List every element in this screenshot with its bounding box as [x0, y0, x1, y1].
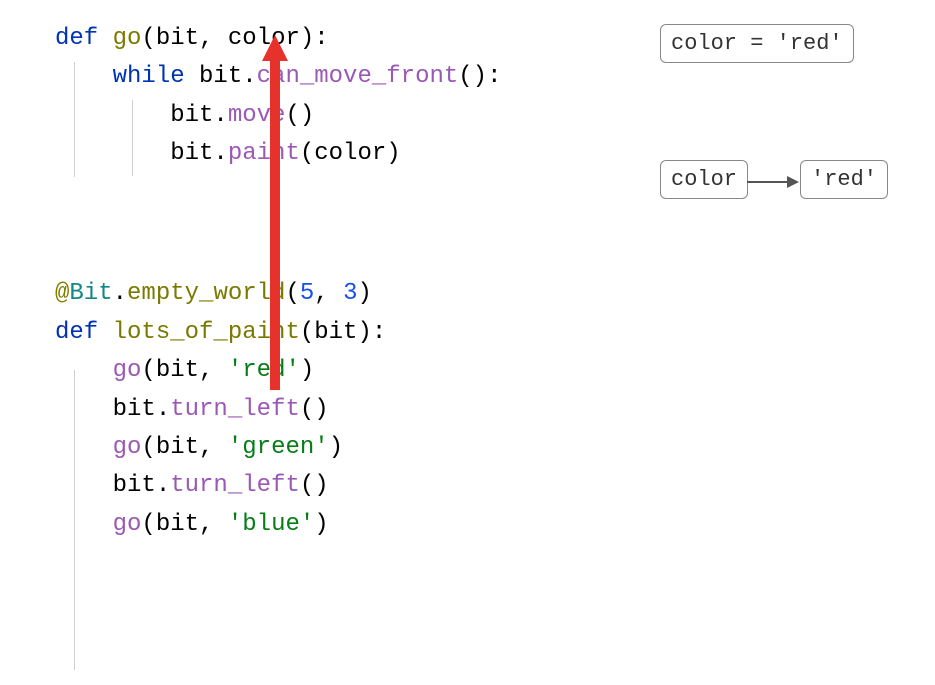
indent-guide: [132, 100, 133, 176]
arg-bit: bit: [156, 357, 199, 384]
call-go: go: [113, 434, 142, 461]
indent-guide: [74, 62, 75, 177]
string-blue: 'blue': [228, 511, 314, 538]
annotation-value-box: 'red': [800, 160, 888, 199]
decorator-class-bit: Bit: [69, 280, 112, 307]
decorator-fn-empty-world: empty_world: [127, 280, 285, 307]
arg-color: color: [314, 140, 386, 167]
indent: [55, 357, 113, 384]
code-line-12: bit.turn_left(): [55, 467, 502, 505]
arg-bit: bit: [156, 434, 199, 461]
comma: ,: [199, 357, 228, 384]
code-line-13: go(bit, 'blue'): [55, 506, 502, 544]
paren-close: ): [329, 434, 343, 461]
code-line-8: def lots_of_paint(bit):: [55, 314, 502, 352]
paren-close-colon: ):: [357, 319, 386, 346]
code-line-blank: [55, 212, 502, 250]
code-line-7: @Bit.empty_world(5, 3): [55, 275, 502, 313]
func-name-go: go: [113, 25, 142, 52]
string-red: 'red': [228, 357, 300, 384]
comma: ,: [199, 511, 228, 538]
paren-close: ): [358, 280, 372, 307]
paren-close: ): [314, 511, 328, 538]
arrow-right-icon: [745, 172, 800, 192]
paren-open: (: [300, 319, 314, 346]
paren-empty: (): [300, 472, 329, 499]
paren-close-colon: ):: [300, 25, 329, 52]
param-bit: bit: [314, 319, 357, 346]
indent: [55, 396, 113, 423]
code-block: def go(bit, color): while bit.can_move_f…: [55, 20, 502, 544]
method-turn-left: turn_left: [170, 396, 300, 423]
paren-open: (: [141, 511, 155, 538]
paren-colon: ():: [458, 63, 501, 90]
indent: [55, 140, 170, 167]
arg-bit: bit: [156, 511, 199, 538]
code-line-2: while bit.can_move_front():: [55, 58, 502, 96]
paren-open: (: [141, 25, 155, 52]
method-can-move-front: can_move_front: [257, 63, 459, 90]
code-line-1: def go(bit, color):: [55, 20, 502, 58]
param-bit: bit: [156, 25, 199, 52]
decorator-at: @: [55, 280, 69, 307]
obj-bit: bit.: [199, 63, 257, 90]
paren-open: (: [141, 357, 155, 384]
keyword-while: while: [113, 63, 199, 90]
call-go: go: [113, 357, 142, 384]
comma: ,: [314, 280, 343, 307]
code-line-11: go(bit, 'green'): [55, 429, 502, 467]
dot: .: [113, 280, 127, 307]
code-line-3: bit.move(): [55, 97, 502, 135]
obj-bit: bit.: [170, 102, 228, 129]
paren-close: ): [300, 357, 314, 384]
paren-open: (: [141, 434, 155, 461]
code-line-10: bit.turn_left(): [55, 391, 502, 429]
paren-close: ): [386, 140, 400, 167]
code-line-blank: [55, 174, 502, 212]
indent-guide: [74, 370, 75, 670]
annotation-assignment-box: color = 'red': [660, 24, 854, 63]
code-line-4: bit.paint(color): [55, 135, 502, 173]
keyword-def: def: [55, 25, 113, 52]
comma: ,: [199, 434, 228, 461]
func-name-lots-of-paint: lots_of_paint: [113, 319, 300, 346]
paren-open: (: [285, 280, 299, 307]
number-5: 5: [300, 280, 314, 307]
param-color: color: [228, 25, 300, 52]
annotation-var-box: color: [660, 160, 748, 199]
paren-open: (: [300, 140, 314, 167]
indent: [55, 434, 113, 461]
obj-bit: bit.: [113, 472, 171, 499]
code-line-9: go(bit, 'red'): [55, 352, 502, 390]
paren-empty: (): [285, 102, 314, 129]
indent: [55, 102, 170, 129]
keyword-def: def: [55, 319, 113, 346]
call-go: go: [113, 511, 142, 538]
obj-bit: bit.: [113, 396, 171, 423]
comma: ,: [199, 25, 228, 52]
paren-empty: (): [300, 396, 329, 423]
number-3: 3: [343, 280, 357, 307]
string-green: 'green': [228, 434, 329, 461]
indent: [55, 472, 113, 499]
method-paint: paint: [228, 140, 300, 167]
indent: [55, 511, 113, 538]
method-move: move: [228, 102, 286, 129]
method-turn-left: turn_left: [170, 472, 300, 499]
obj-bit: bit.: [170, 140, 228, 167]
indent: [55, 63, 113, 90]
